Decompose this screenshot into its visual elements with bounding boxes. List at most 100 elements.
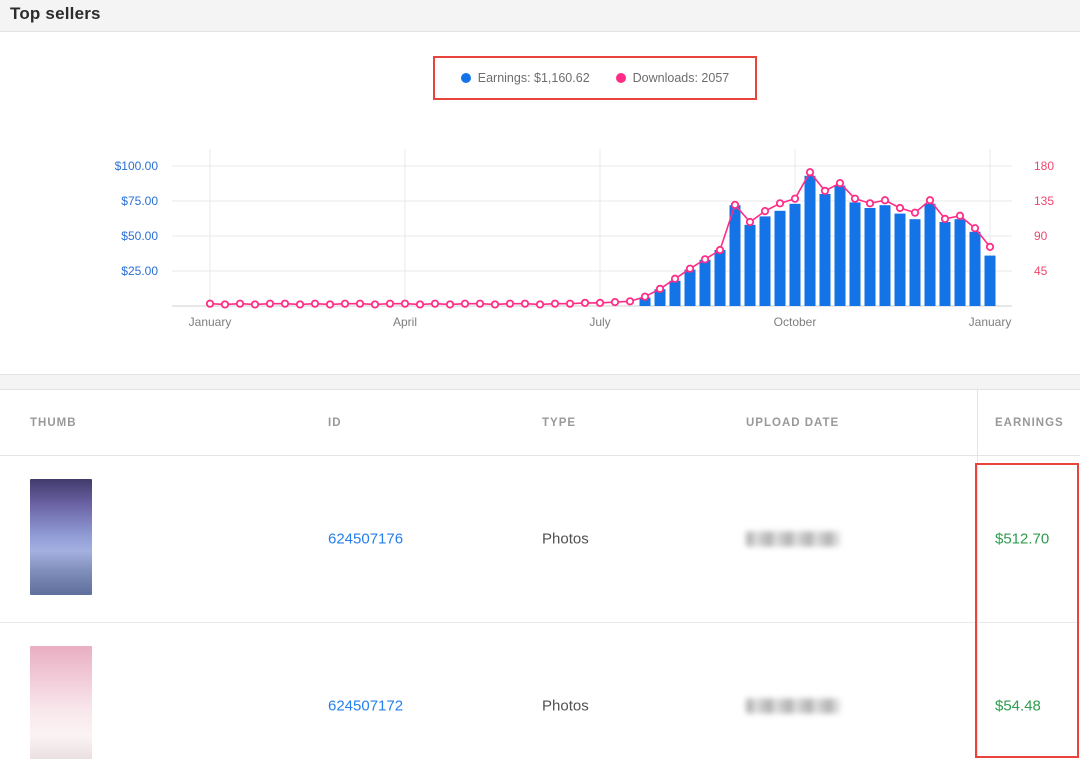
downloads-marker xyxy=(250,300,260,309)
downloads-marker xyxy=(835,179,845,188)
asset-id-link[interactable]: 624507172 xyxy=(328,698,403,715)
downloads-marker xyxy=(850,194,860,203)
downloads-marker xyxy=(205,299,215,308)
asset-type: Photos xyxy=(542,697,589,715)
upload-date-cell xyxy=(746,698,840,714)
downloads-marker xyxy=(940,214,950,223)
left-axis-tick: $25.00 xyxy=(121,264,158,278)
downloads-marker xyxy=(880,196,890,205)
table-header-row: THUMB ID TYPE UPLOAD DATE EARNINGS xyxy=(0,390,1080,456)
earnings-bar xyxy=(894,213,906,306)
legend-downloads-label: Downloads: 2057 xyxy=(632,71,730,85)
earnings-bar xyxy=(759,216,771,306)
asset-type: Photos xyxy=(542,530,589,548)
downloads-marker xyxy=(610,298,620,307)
earnings-bar xyxy=(714,250,726,306)
downloads-marker xyxy=(550,299,560,308)
downloads-marker xyxy=(715,245,725,255)
asset-earnings: $54.48 xyxy=(995,697,1041,715)
earnings-bar xyxy=(939,222,951,306)
downloads-marker xyxy=(595,298,605,307)
downloads-marker xyxy=(370,300,380,309)
x-axis-label: July xyxy=(589,315,610,329)
downloads-marker xyxy=(460,299,470,308)
downloads-marker xyxy=(775,199,785,208)
downloads-marker xyxy=(340,299,350,308)
right-axis-tick: 45 xyxy=(1034,264,1048,278)
downloads-marker xyxy=(820,186,830,195)
x-axis-label: January xyxy=(969,315,1012,329)
downloads-marker xyxy=(355,299,365,308)
asset-earnings: $512.70 xyxy=(995,530,1050,548)
downloads-marker xyxy=(970,224,980,233)
left-axis-tick: $100.00 xyxy=(115,159,159,173)
downloads-marker xyxy=(490,300,500,309)
downloads-marker xyxy=(805,168,815,177)
legend-earnings-label: Earnings: $1,160.62 xyxy=(477,71,590,85)
chart-card: Earnings: $1,160.62 Downloads: 2057 Janu… xyxy=(0,31,1080,375)
earnings-downloads-chart: January April July October January $25.00 45 $5… xyxy=(115,149,1054,329)
table-row: 624507172 Photos $54.48 xyxy=(0,623,1080,759)
downloads-marker xyxy=(925,196,935,205)
downloads-marker xyxy=(730,200,740,209)
earnings-bar xyxy=(879,205,891,306)
asset-thumbnail[interactable] xyxy=(30,479,92,595)
downloads-marker xyxy=(265,299,275,308)
x-axis-label: January xyxy=(189,315,232,329)
downloads-marker xyxy=(505,299,515,308)
asset-thumbnail[interactable] xyxy=(30,646,92,759)
earnings-bar xyxy=(804,175,816,306)
right-axis-tick: 180 xyxy=(1034,159,1054,173)
downloads-marker xyxy=(580,298,590,307)
downloads-marker xyxy=(295,300,305,309)
upload-date-redacted xyxy=(746,698,840,714)
downloads-dot-icon xyxy=(615,73,626,83)
upload-date-cell xyxy=(746,531,840,547)
header-id: ID xyxy=(328,417,342,429)
downloads-marker xyxy=(235,299,245,308)
earnings-bar xyxy=(789,203,801,306)
downloads-marker xyxy=(325,300,335,309)
downloads-marker xyxy=(385,299,395,308)
left-axis-tick: $75.00 xyxy=(121,194,158,208)
downloads-marker xyxy=(760,207,770,216)
downloads-marker xyxy=(535,300,545,309)
header-thumb: THUMB xyxy=(30,417,77,429)
chart-legend: Earnings: $1,160.62 Downloads: 2057 xyxy=(460,71,730,85)
downloads-marker xyxy=(910,208,920,217)
earnings-bar xyxy=(909,219,921,306)
earnings-bar xyxy=(924,203,936,306)
downloads-marker xyxy=(640,292,650,301)
downloads-marker xyxy=(745,217,755,227)
x-axis-label: April xyxy=(393,315,417,329)
downloads-marker xyxy=(430,299,440,308)
header-upload-date: UPLOAD DATE xyxy=(746,417,840,429)
asset-id-link[interactable]: 624507176 xyxy=(328,531,403,548)
downloads-marker xyxy=(655,284,665,293)
earnings-bar xyxy=(699,259,711,306)
downloads-marker xyxy=(955,211,965,220)
earnings-bar xyxy=(984,255,996,306)
downloads-marker xyxy=(520,299,530,308)
earnings-dot-icon xyxy=(460,73,471,83)
downloads-marker xyxy=(895,203,905,213)
page-header: Top sellers xyxy=(0,0,1080,31)
earnings-bar xyxy=(744,224,756,306)
earnings-bar xyxy=(774,210,786,306)
earnings-bar xyxy=(684,269,696,306)
downloads-marker xyxy=(310,299,320,308)
top-sellers-table: THUMB ID TYPE UPLOAD DATE EARNINGS 62450… xyxy=(0,389,1080,759)
downloads-marker xyxy=(565,299,575,308)
earnings-bar xyxy=(849,202,861,306)
table-row: 624507176 Photos $512.70 xyxy=(0,456,1080,623)
downloads-marker xyxy=(445,300,455,309)
downloads-marker xyxy=(865,199,875,208)
downloads-marker xyxy=(985,242,995,251)
earnings-bar xyxy=(729,205,741,306)
downloads-marker xyxy=(415,300,425,309)
upload-date-redacted xyxy=(746,531,840,547)
legend-item-earnings: Earnings: $1,160.62 xyxy=(460,71,590,85)
downloads-marker xyxy=(685,264,695,273)
legend-annotation-box: Earnings: $1,160.62 Downloads: 2057 xyxy=(433,56,757,100)
downloads-marker xyxy=(475,299,485,308)
